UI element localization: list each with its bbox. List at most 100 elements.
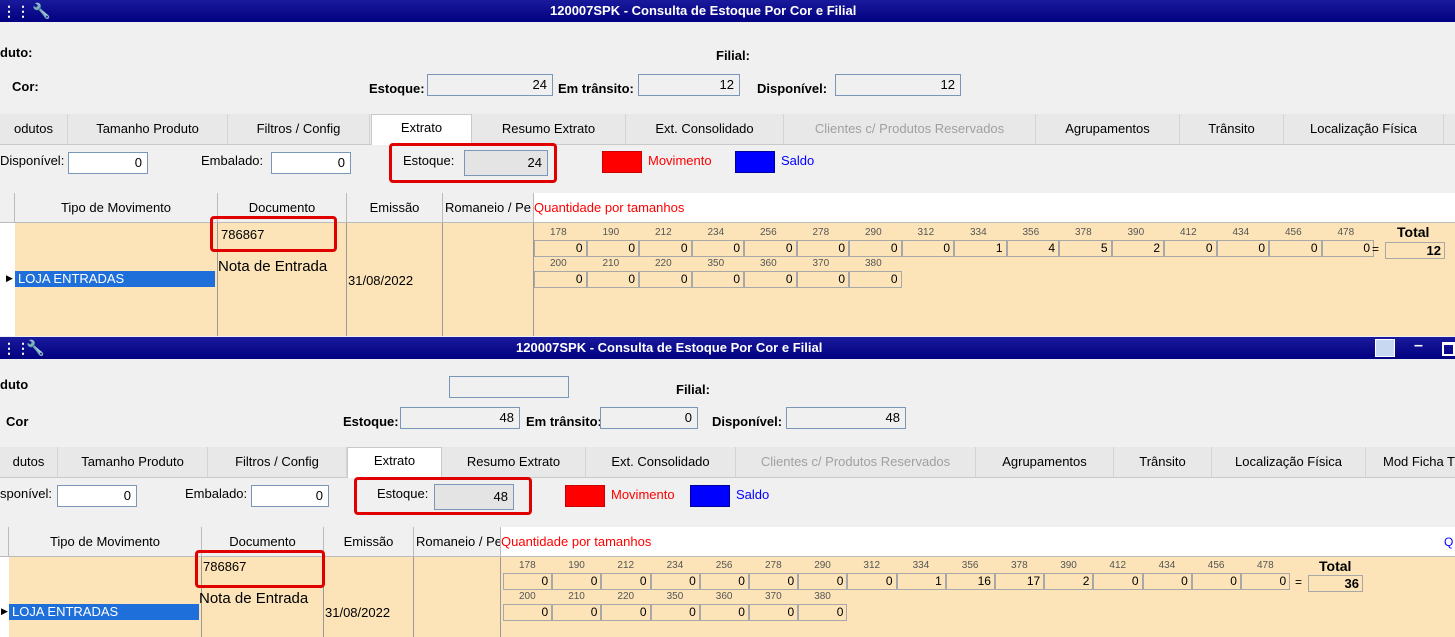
- size-label: 256: [715, 560, 733, 571]
- total-label: Total: [1397, 224, 1430, 240]
- size-qty: 0: [849, 271, 902, 288]
- tab-agrupamentos[interactable]: Agrupamentos: [1036, 114, 1180, 144]
- tab-resumo-extrato[interactable]: Resumo Extrato: [472, 114, 626, 144]
- divider: [346, 223, 347, 336]
- produto-field[interactable]: [449, 376, 569, 398]
- window-bottom: ⋮⋮ 🔧 120007SPK - Consulta de Estoque Por…: [0, 337, 1455, 637]
- col-tipo-movimento[interactable]: Tipo de Movimento: [15, 193, 218, 223]
- size-qty: 0: [798, 573, 848, 590]
- size-label: 412: [1109, 560, 1127, 571]
- size-label: 200: [550, 258, 567, 269]
- size-qty: 0: [691, 271, 744, 288]
- restore-image-icon[interactable]: [1375, 339, 1395, 357]
- cell-emissao: 31/08/2022: [348, 273, 414, 288]
- tab-filtros-config[interactable]: Filtros / Config: [228, 114, 370, 144]
- size-qty: 0: [847, 573, 897, 590]
- row-indicator-header: [0, 193, 15, 223]
- col-romaneio[interactable]: Romaneio / Pe: [414, 527, 501, 557]
- total-value: 36: [1308, 575, 1363, 592]
- maximize-icon[interactable]: [1442, 342, 1455, 356]
- size-label: 312: [917, 227, 935, 238]
- size-qty: 0: [586, 240, 639, 257]
- tab-transito[interactable]: Trânsito: [1114, 447, 1212, 477]
- tab-tamanho-produto[interactable]: Tamanho Produto: [68, 114, 228, 144]
- transito-field[interactable]: 0: [600, 407, 698, 429]
- size-label: 356: [961, 560, 979, 571]
- size-qty: 0: [503, 604, 553, 621]
- tab-produtos[interactable]: odutos: [0, 114, 68, 144]
- disponivel-field[interactable]: 48: [786, 407, 906, 429]
- cell-tipo-movimento[interactable]: LOJA ENTRADAS: [9, 604, 199, 620]
- size-qty: 0: [691, 240, 744, 257]
- size-qty: 0: [639, 240, 692, 257]
- disponivel-label: Disponível:: [712, 414, 783, 429]
- tab-clientes-reservados[interactable]: Clientes c/ Produtos Reservados: [736, 447, 976, 477]
- movimento-label: Movimento: [648, 153, 712, 168]
- tab-extrato[interactable]: Extrato: [347, 447, 442, 478]
- window-title: 120007SPK - Consulta de Estoque Por Cor …: [516, 340, 823, 355]
- size-label: 190: [602, 227, 620, 238]
- embalado-label: Embalado:: [185, 486, 248, 501]
- tab-localizacao-fisica[interactable]: Localização Física: [1284, 114, 1444, 144]
- tab-resumo-extrato[interactable]: Resumo Extrato: [442, 447, 586, 477]
- size-label: 350: [666, 591, 684, 602]
- size-label: 456: [1207, 560, 1225, 571]
- size-qty: 0: [586, 271, 639, 288]
- size-label: 220: [655, 258, 672, 269]
- size-label: 390: [1127, 227, 1145, 238]
- size-qty: 2: [1111, 240, 1164, 257]
- tab-ext-consolidado[interactable]: Ext. Consolidado: [626, 114, 784, 144]
- movimento-swatch: [565, 485, 605, 507]
- size-qty: 0: [1164, 240, 1217, 257]
- size-qty: 0: [1093, 573, 1143, 590]
- size-label: 412: [1180, 227, 1197, 238]
- size-qty: 0: [849, 240, 902, 257]
- size-label: 234: [666, 560, 684, 571]
- row-pointer-icon: ▶: [6, 273, 13, 283]
- estoque-highlight: [354, 477, 532, 515]
- transito-field[interactable]: 12: [638, 74, 740, 96]
- size-label: 360: [760, 258, 777, 269]
- filial-label: Filial:: [676, 382, 710, 397]
- cell-doc-tipo: Nota de Entrada: [218, 258, 328, 275]
- tab-ext-consolidado[interactable]: Ext. Consolidado: [586, 447, 736, 477]
- estoque-field[interactable]: 24: [427, 74, 553, 96]
- cell-tipo-movimento[interactable]: LOJA ENTRADAS: [15, 271, 215, 287]
- size-qty: 0: [1191, 573, 1241, 590]
- tab-filtros-config[interactable]: Filtros / Config: [208, 447, 347, 477]
- embalado-label: Embalado:: [201, 153, 264, 168]
- tab-extrato[interactable]: Extrato: [371, 114, 472, 145]
- col-tipo-movimento[interactable]: Tipo de Movimento: [9, 527, 202, 557]
- col-emissao[interactable]: Emissão: [324, 527, 414, 557]
- disp-field[interactable]: 0: [68, 152, 148, 174]
- wrench-icon[interactable]: 🔧: [26, 339, 45, 357]
- disp-field[interactable]: 0: [57, 485, 137, 507]
- size-label: 234: [707, 227, 725, 238]
- wrench-icon[interactable]: 🔧: [32, 2, 51, 20]
- size-label: 390: [1060, 560, 1077, 571]
- minimize-icon[interactable]: –: [1414, 337, 1423, 355]
- grid-icon[interactable]: ⋮⋮: [2, 3, 30, 20]
- tab-produtos[interactable]: dutos: [0, 447, 58, 477]
- embalado-field[interactable]: 0: [251, 485, 329, 507]
- size-label: 178: [519, 560, 536, 571]
- disponivel-field[interactable]: 12: [835, 74, 961, 96]
- col-romaneio[interactable]: Romaneio / Pe: [443, 193, 534, 223]
- tab-transito[interactable]: Trânsito: [1180, 114, 1284, 144]
- size-label: 370: [812, 258, 830, 269]
- size-label: 356: [1022, 227, 1040, 238]
- divider: [500, 557, 501, 637]
- size-label: 350: [707, 258, 725, 269]
- tab-agrupamentos[interactable]: Agrupamentos: [976, 447, 1114, 477]
- tab-mod-ficha[interactable]: Mod Ficha T: [1366, 447, 1455, 477]
- size-label: 434: [1158, 560, 1176, 571]
- tab-clientes-reservados[interactable]: Clientes c/ Produtos Reservados: [784, 114, 1036, 144]
- embalado-field[interactable]: 0: [271, 152, 351, 174]
- produto-label: duto:: [0, 45, 33, 60]
- total-label: Total: [1319, 558, 1352, 574]
- col-emissao[interactable]: Emissão: [347, 193, 443, 223]
- extrato-grid: Tipo de Movimento Documento Emissão Roma…: [0, 193, 1455, 336]
- tab-localizacao-fisica[interactable]: Localização Física: [1212, 447, 1366, 477]
- estoque-field[interactable]: 48: [400, 407, 520, 429]
- tab-tamanho-produto[interactable]: Tamanho Produto: [58, 447, 208, 477]
